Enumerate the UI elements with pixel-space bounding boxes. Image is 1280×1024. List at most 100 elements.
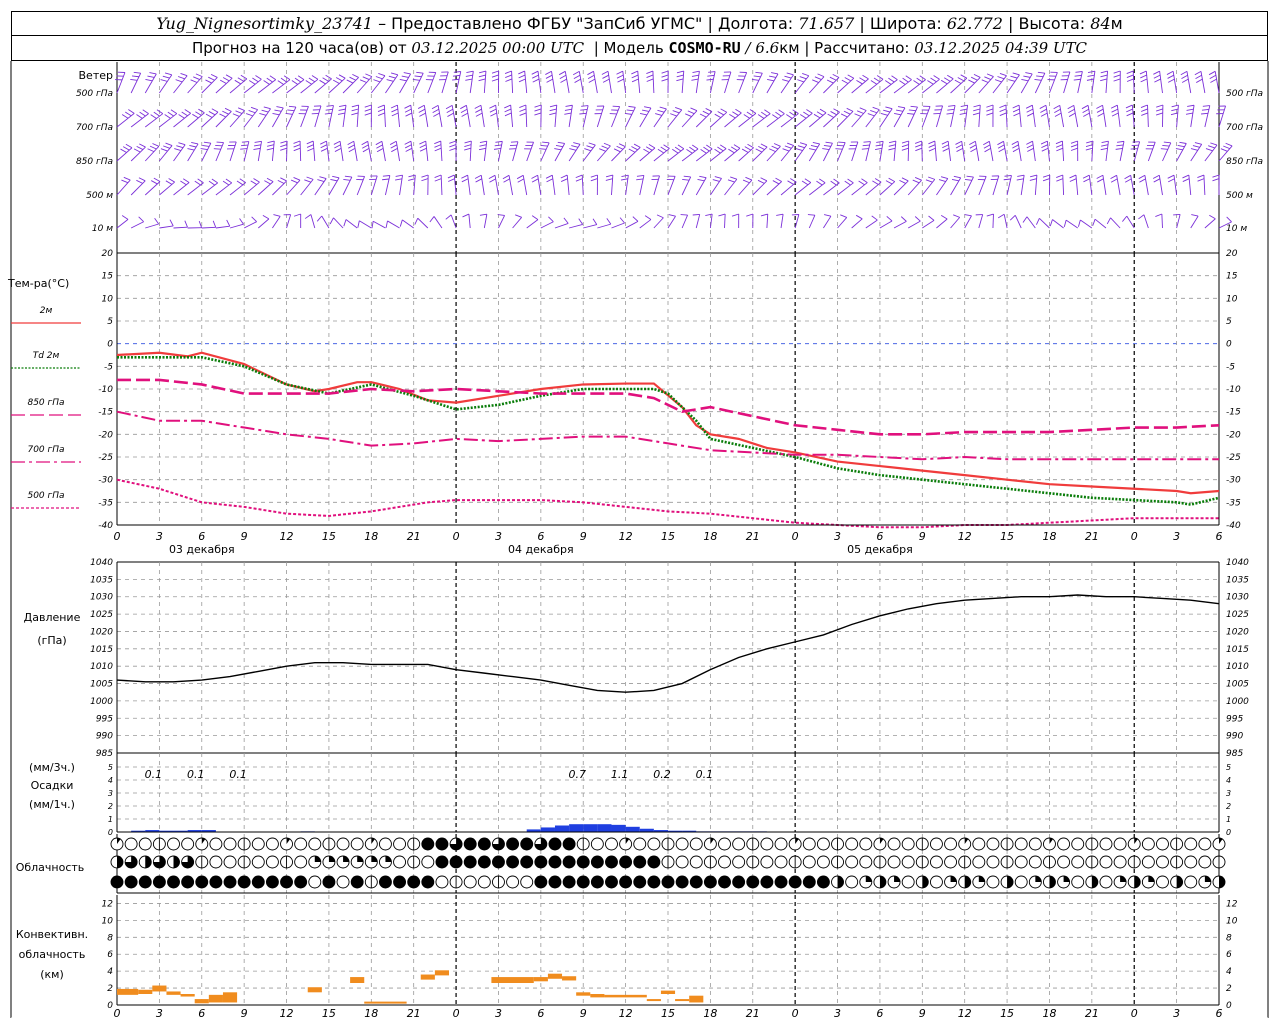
wind-barb-feather (136, 146, 144, 150)
wind-barb-feather (421, 174, 429, 178)
wind-barb-feather (1173, 213, 1181, 216)
wind-barb-feather (464, 147, 472, 151)
wind-barb-feather (973, 108, 981, 112)
cloud-symbol-fill (385, 856, 392, 862)
wind-barb-feather (287, 109, 295, 112)
cloud-symbol (802, 855, 816, 869)
wind-barb (1062, 174, 1065, 196)
wind-barb-feather (334, 144, 341, 149)
wind-barb (681, 110, 698, 128)
hour-label: 18 (364, 530, 378, 543)
wind-barb (1158, 175, 1163, 196)
wind-barb (794, 182, 812, 196)
wind-barb (1102, 175, 1107, 196)
wind-barb (934, 141, 937, 162)
wind-barb-feather (571, 145, 579, 148)
conv-cloud-bar (547, 973, 563, 979)
wind-barb (243, 78, 262, 94)
wind-barb-feather (1100, 78, 1108, 82)
cloud-symbol (308, 837, 322, 851)
conv-unit: (км) (40, 968, 64, 981)
wind-barb (922, 219, 935, 229)
wind-barb-feather (347, 140, 355, 146)
wind-barb-feather (787, 180, 794, 185)
wind-barb (950, 105, 956, 128)
wind-barb-feather (150, 180, 158, 185)
wind-barb-feather (222, 180, 230, 186)
wind-barb (582, 105, 589, 128)
wind-barb (1094, 218, 1107, 229)
wind-barb-feather (276, 106, 284, 109)
wind-barb-feather (503, 178, 510, 183)
wind-barb-feather (690, 107, 698, 112)
wind-barb-feather (319, 79, 326, 85)
cloud-symbol (421, 855, 435, 869)
wind-barb (681, 148, 699, 162)
wind-barb-feather (1110, 104, 1118, 109)
wind-barb-feather (1220, 148, 1228, 152)
wind-barb (469, 71, 474, 94)
conv-cloud-bar (604, 994, 647, 998)
wind-barb-feather (1025, 72, 1033, 75)
wind-barb-feather (675, 107, 682, 111)
wind-barb-feather (189, 145, 197, 148)
wind-barb (173, 144, 186, 162)
cloud-symbol-full (266, 876, 279, 888)
cloud-symbol (393, 837, 407, 851)
wind-barb (837, 182, 854, 196)
wind-barb (988, 141, 994, 162)
wind-barb-feather (573, 74, 581, 80)
wind-barb-feather (554, 148, 562, 151)
wind-barb (144, 181, 161, 196)
wind-barb-feather (997, 213, 1005, 219)
wind-barb (578, 71, 584, 94)
wind-barb-feather (139, 111, 146, 117)
wind-barb-feather (192, 113, 199, 119)
hour-label: 21 (1085, 530, 1099, 543)
wind-barb (257, 218, 270, 229)
wind-barb-feather (584, 148, 592, 152)
wind-barb (383, 105, 386, 128)
wind-barb-feather (676, 70, 684, 74)
wind-barb (498, 141, 503, 162)
wind-barb-feather (373, 79, 381, 83)
pressure-ytick-right: 995 (1226, 714, 1243, 724)
wind-barb-feather (1124, 174, 1131, 180)
wind-barb-feather (928, 215, 935, 221)
cloud-symbol (845, 875, 859, 889)
wind-barb-feather (947, 74, 954, 80)
wind-barb-feather (786, 142, 794, 146)
hour-label: 9 (241, 530, 248, 543)
wind-barb-feather (252, 77, 259, 83)
wind-barb-feather (505, 78, 513, 82)
wind-barb (480, 175, 485, 196)
wind-barb-feather (180, 180, 187, 186)
wind-barb-feather (966, 175, 974, 178)
cloud-symbol (506, 875, 520, 889)
wind-barb-feather (1155, 112, 1163, 116)
wind-barb-feather (775, 177, 782, 182)
cloud-symbol (760, 837, 774, 851)
wind-barb (766, 213, 769, 229)
wind-barb (483, 141, 488, 162)
hour-label: 6 (1216, 530, 1223, 543)
cloud-symbol-full (563, 876, 576, 888)
wind-barb-feather (464, 140, 472, 144)
wind-barb-feather (320, 140, 327, 145)
wind-barb-feather (332, 79, 340, 84)
wind-barb-feather (317, 179, 325, 182)
cloud-symbol-full (619, 876, 632, 888)
wind-barb-feather (549, 108, 557, 112)
wind-barb-feather (461, 112, 469, 117)
wind-barb-feather (633, 143, 641, 148)
wind-barb (483, 214, 488, 229)
wind-barb (921, 106, 931, 128)
wind-barb-feather (824, 214, 832, 217)
wind-barb-feather (539, 148, 547, 150)
wind-barb-feather (1167, 174, 1175, 179)
wind-barb-feather (449, 147, 457, 151)
wind-barb-feather (677, 144, 685, 150)
wind-barb-feather (573, 142, 581, 145)
wind-barb-feather (414, 218, 419, 225)
wind-barb-feather (253, 178, 260, 183)
